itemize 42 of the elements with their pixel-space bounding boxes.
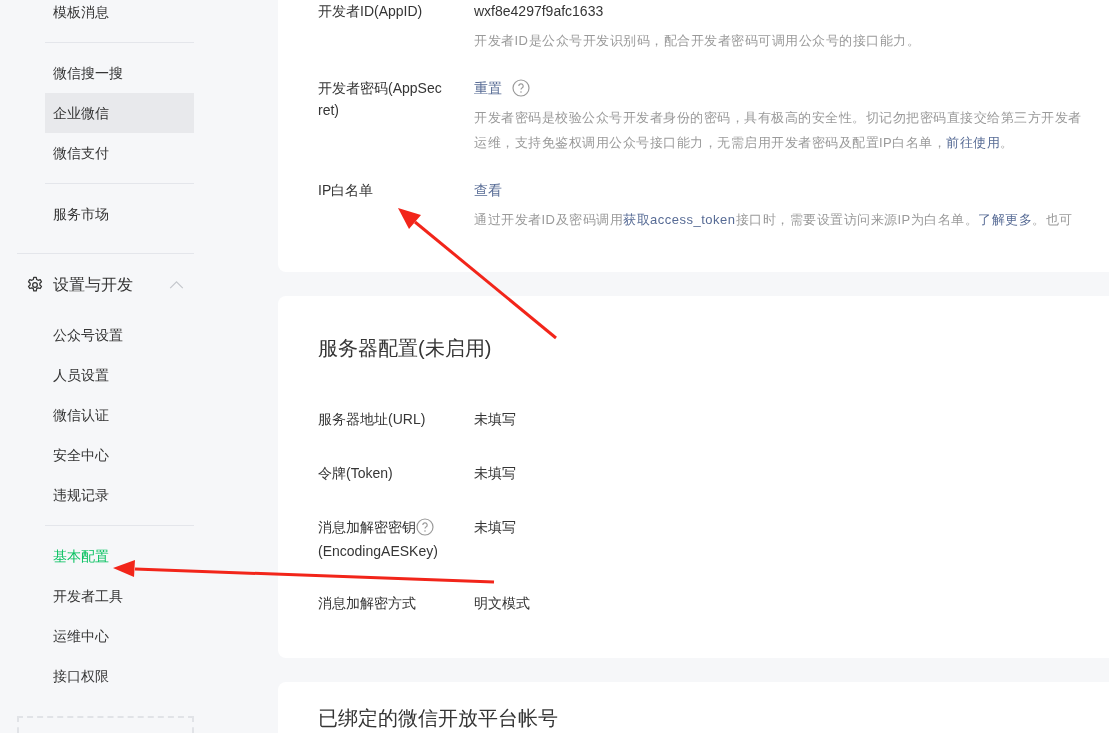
sidebar-item[interactable]: 微信认证	[45, 395, 194, 435]
description-text: 通过开发者ID及密码调用获取access_token接口时，需要设置访问来源IP为白名单。了解更多。也可	[474, 211, 1074, 229]
sidebar-item[interactable]: 违规记录	[45, 475, 194, 515]
sidebar-item[interactable]: 微信支付	[45, 133, 194, 173]
field-value: 未填写	[474, 518, 516, 537]
description-text: 开发者密码是校验公众号开发者身份的密码，具有极高的安全性。切记勿把密码直接交给第三方开发者	[474, 109, 1083, 127]
help-icon[interactable]	[512, 79, 530, 97]
inline-link[interactable]: 获取access_token	[623, 212, 736, 227]
description-text: 开发者ID是公众号开发识别码，配合开发者密码可调用公众号的接口能力。	[474, 32, 921, 50]
help-icon[interactable]	[416, 518, 434, 536]
sidebar-item[interactable]: 微信搜一搜	[45, 53, 194, 93]
sidebar-item[interactable]: 运维中心	[45, 616, 194, 656]
description-text: 运维，支持免鉴权调用公众号接口能力，无需启用开发者密码及配置IP白名单，前往使用。	[474, 134, 1015, 152]
card-title: 已绑定的微信开放平台帐号	[318, 706, 559, 730]
inline-link[interactable]: 了解更多	[978, 212, 1033, 227]
field-value: wxf8e4297f9afc1633	[474, 2, 604, 21]
field-label: 开发者密码(AppSecret)	[318, 79, 443, 120]
field-label: 消息加解密方式	[318, 594, 416, 613]
sidebar-item[interactable]: 公众号设置	[45, 315, 194, 355]
section-header[interactable]: 设置与开发	[53, 272, 160, 297]
field-label: IP白名单	[318, 181, 374, 200]
sidebar-item[interactable]: 企业微信	[45, 93, 194, 133]
field-value: 明文模式	[474, 594, 530, 613]
action-link[interactable]: 查看	[474, 180, 502, 200]
sidebar-item[interactable]: 接口权限	[45, 656, 194, 696]
card-title: 服务器配置(未启用)	[318, 336, 493, 360]
field-value: 未填写	[474, 464, 516, 483]
action-link[interactable]: 重置	[474, 78, 502, 98]
settings-icon	[26, 275, 44, 294]
field-value: 未填写	[474, 410, 516, 429]
field-label: 消息加解密密钥	[318, 518, 416, 537]
sidebar-item[interactable]: 人员设置	[45, 355, 194, 395]
sidebar-item[interactable]: 模板消息	[45, 0, 194, 32]
field-label: 开发者ID(AppID)	[318, 2, 423, 21]
inline-link[interactable]: 前往使用	[946, 135, 1001, 150]
sidebar-item[interactable]: 安全中心	[45, 435, 194, 475]
field-label: (EncodingAESKey)	[318, 542, 439, 561]
field-label: 令牌(Token)	[318, 464, 393, 483]
sidebar-item[interactable]: 服务市场	[45, 194, 194, 234]
field-label: 服务器地址(URL)	[318, 410, 426, 429]
sidebar-item[interactable]: 开发者工具	[45, 576, 194, 616]
chevron-up-icon[interactable]	[169, 280, 184, 289]
